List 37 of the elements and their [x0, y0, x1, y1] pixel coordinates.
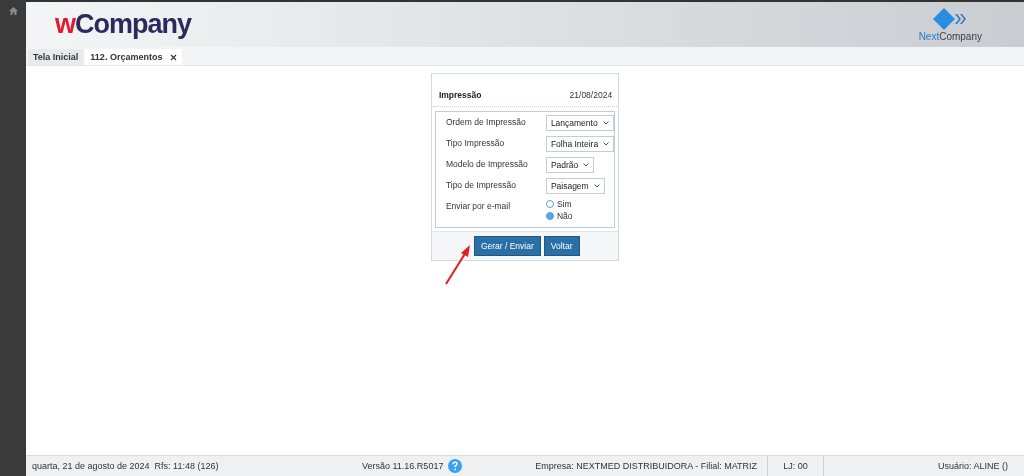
dropdown[interactable]: Paisagem	[545, 178, 605, 194]
dropdown[interactable]: Folha Inteira	[545, 136, 615, 152]
tab[interactable]: Tela Inicial	[28, 49, 84, 65]
dialog-title: Impressão	[438, 90, 482, 100]
pointer-arrow	[444, 244, 472, 286]
field-label: Tipo Impressão	[445, 137, 506, 148]
tab[interactable]: 112. Orçamentos	[85, 49, 183, 65]
field-label: Tipo de Impressão	[445, 179, 517, 190]
store-text: LJ: 00	[768, 456, 824, 476]
chevron-icon	[583, 163, 590, 167]
radio-option[interactable]: Sim	[545, 199, 573, 209]
radio-button[interactable]	[545, 200, 554, 208]
chevron-icon	[593, 184, 600, 188]
dialog-date: 21/08/2024	[569, 90, 613, 100]
dropdown[interactable]: Padrão	[545, 157, 595, 173]
dropdown[interactable]: Lançamento	[545, 115, 614, 131]
radio-button[interactable]	[545, 212, 554, 220]
date-text: quarta, 21 de agosto de 2024 Rfs: 11:48 (126)	[31, 461, 220, 471]
user-text: Usuário: ALINE ()	[936, 461, 1009, 471]
radio-label: Sim	[556, 199, 572, 209]
radio-option[interactable]: Não	[545, 211, 573, 221]
field-label: Ordem de Impressão	[445, 116, 527, 127]
version-text: Versão 11.16.R5017	[362, 461, 444, 471]
action-button[interactable]: Voltar	[543, 236, 580, 256]
close-icon[interactable]	[170, 53, 178, 61]
diamond-logo-icon	[933, 7, 968, 30]
field-label: Modelo de Impressão	[445, 158, 529, 169]
home-icon[interactable]	[8, 7, 18, 15]
action-button[interactable]: Gerar / Enviar	[473, 236, 541, 256]
help-icon[interactable]	[448, 459, 463, 473]
company-logo: wCompany	[55, 9, 192, 40]
chevron-icon	[603, 142, 610, 146]
chevron-icon	[602, 121, 609, 125]
company-text: Empresa: NEXTMED DISTRIBUIDORA - Filial: MATRIZ	[512, 456, 768, 476]
brand-name: NextCompany	[918, 30, 982, 42]
field-label: Enviar por e-mail	[445, 200, 512, 211]
radio-label: Não	[556, 211, 573, 221]
